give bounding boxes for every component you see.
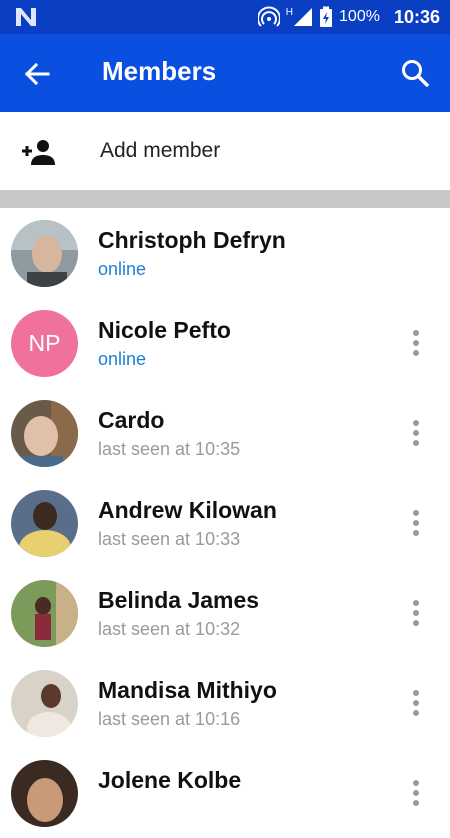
status-icons: H 100% 10:36 bbox=[257, 0, 440, 34]
battery-charging-icon bbox=[320, 6, 333, 27]
member-status: last seen at 10:32 bbox=[98, 619, 241, 639]
member-status: last seen at 10:33 bbox=[98, 529, 241, 549]
network-type-label: H bbox=[285, 6, 294, 18]
member-row[interactable]: NP Nicole Pefto online bbox=[0, 298, 450, 388]
notification-n-icon bbox=[16, 8, 36, 26]
clock: 10:36 bbox=[393, 6, 440, 27]
avatar bbox=[11, 400, 78, 467]
avatar bbox=[11, 490, 78, 557]
member-row[interactable]: Jolene Kolbe bbox=[0, 748, 450, 838]
hotspot-icon bbox=[257, 6, 280, 27]
member-status: last seen at 10:35 bbox=[98, 439, 241, 459]
app-bar: Members bbox=[0, 34, 450, 112]
back-arrow-icon[interactable] bbox=[20, 57, 54, 91]
page-title: Members bbox=[102, 56, 217, 86]
member-name: Andrew Kilowan bbox=[98, 497, 277, 523]
member-name: Jolene Kolbe bbox=[98, 767, 242, 793]
member-row[interactable]: Cardo last seen at 10:35 bbox=[0, 388, 450, 478]
add-person-icon bbox=[22, 140, 55, 165]
more-options-icon[interactable] bbox=[402, 778, 430, 808]
member-name: Belinda James bbox=[98, 587, 260, 613]
member-row[interactable]: Christoph Defryn online bbox=[0, 208, 450, 298]
avatar bbox=[11, 670, 78, 737]
add-member-button[interactable]: Add member bbox=[0, 112, 450, 190]
avatar bbox=[11, 220, 78, 287]
battery-percentage: 100% bbox=[339, 8, 380, 25]
add-member-label: Add member bbox=[100, 139, 221, 162]
more-options-icon[interactable] bbox=[402, 598, 430, 628]
member-name: Nicole Pefto bbox=[98, 317, 231, 343]
member-row[interactable]: Andrew Kilowan last seen at 10:33 bbox=[0, 478, 450, 568]
more-options-icon[interactable] bbox=[402, 418, 430, 448]
more-options-icon[interactable] bbox=[402, 688, 430, 718]
member-name: Mandisa Mithiyo bbox=[98, 677, 277, 703]
avatar bbox=[11, 760, 78, 827]
member-row[interactable]: Belinda James last seen at 10:32 bbox=[0, 568, 450, 658]
status-bar: H 100% 10:36 bbox=[0, 0, 450, 34]
avatar: NP bbox=[11, 310, 78, 377]
member-status: online bbox=[98, 349, 147, 369]
member-name: Cardo bbox=[98, 407, 165, 433]
more-options-icon[interactable] bbox=[402, 508, 430, 538]
avatar bbox=[11, 580, 78, 647]
search-icon[interactable] bbox=[398, 56, 432, 90]
members-list: Christoph Defryn online NP Nicole Pefto … bbox=[0, 208, 450, 838]
section-divider bbox=[0, 190, 450, 208]
member-name: Christoph Defryn bbox=[98, 227, 286, 253]
avatar-initials: NP bbox=[28, 330, 61, 356]
signal-icon bbox=[294, 8, 313, 26]
member-status: online bbox=[98, 259, 147, 279]
member-row[interactable]: Mandisa Mithiyo last seen at 10:16 bbox=[0, 658, 450, 748]
member-status: last seen at 10:16 bbox=[98, 709, 241, 729]
more-options-icon[interactable] bbox=[402, 328, 430, 358]
